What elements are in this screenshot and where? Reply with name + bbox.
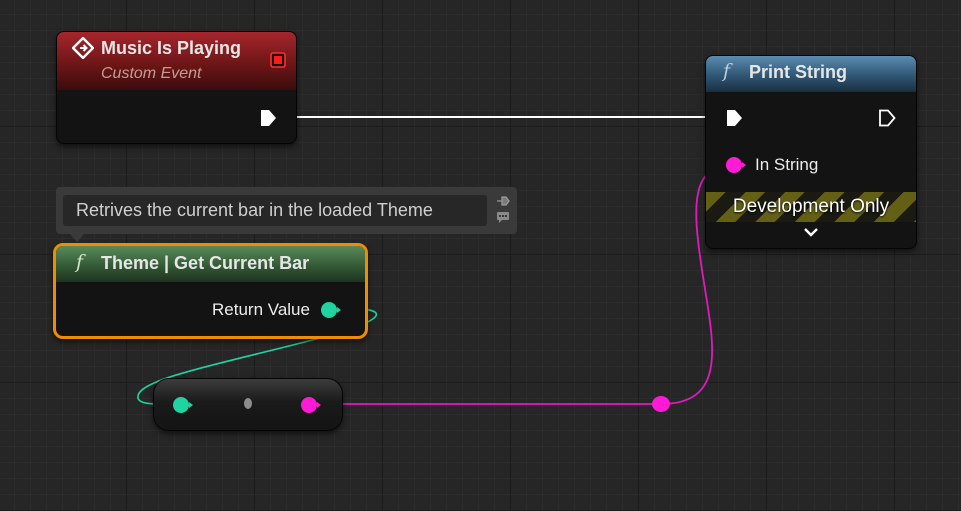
event-diamond-icon (72, 37, 94, 59)
comment-box-icon[interactable] (496, 211, 510, 223)
comment-text-field[interactable]: Retrives the current bar in the loaded T… (63, 195, 487, 226)
string-output-pin-arrow (317, 402, 321, 408)
integer-input-pin-arrow (189, 402, 193, 408)
integer-input-pin[interactable] (173, 397, 189, 413)
reroute-node[interactable] (652, 396, 670, 412)
chevron-down-icon[interactable] (803, 226, 819, 238)
get-current-bar-header[interactable]: f Theme | Get Current Bar (56, 246, 365, 282)
print-string-title: Print String (749, 62, 847, 82)
custom-event-title: Music Is Playing (101, 38, 242, 58)
get-current-bar-title: Theme | Get Current Bar (101, 253, 310, 273)
custom-event-node[interactable]: Music Is Playing Custom Event (56, 31, 297, 144)
function-f-icon: f (76, 251, 84, 273)
pin-icon[interactable] (496, 195, 510, 207)
get-current-bar-node[interactable]: f Theme | Get Current Bar Return Value (53, 243, 368, 339)
return-value-label: Return Value (212, 300, 310, 319)
custom-event-header[interactable]: Music Is Playing Custom Event (57, 32, 296, 90)
exec-output-pin[interactable] (878, 109, 896, 127)
print-string-header[interactable]: f Print String (706, 56, 916, 92)
custom-event-subtitle: Custom Event (101, 65, 202, 82)
exec-input-pin[interactable] (725, 109, 743, 127)
return-value-pin[interactable] (321, 302, 337, 318)
exec-output-pin[interactable] (259, 109, 277, 127)
delegate-square-icon[interactable] (270, 52, 286, 68)
string-output-pin[interactable] (301, 397, 317, 413)
in-string-pin[interactable] (726, 157, 742, 173)
int-to-string-conversion-node[interactable] (153, 378, 343, 431)
comment-bubble[interactable]: Retrives the current bar in the loaded T… (56, 187, 517, 242)
in-string-pin-arrow (742, 162, 746, 168)
development-only-label: Development Only (732, 196, 890, 217)
in-string-label: In String (755, 155, 819, 174)
print-string-node[interactable]: f Print String In String Development Onl… (705, 55, 917, 249)
function-f-icon: f (723, 60, 731, 82)
conversion-center-dot (244, 398, 252, 409)
return-value-pin-arrow (337, 307, 341, 313)
